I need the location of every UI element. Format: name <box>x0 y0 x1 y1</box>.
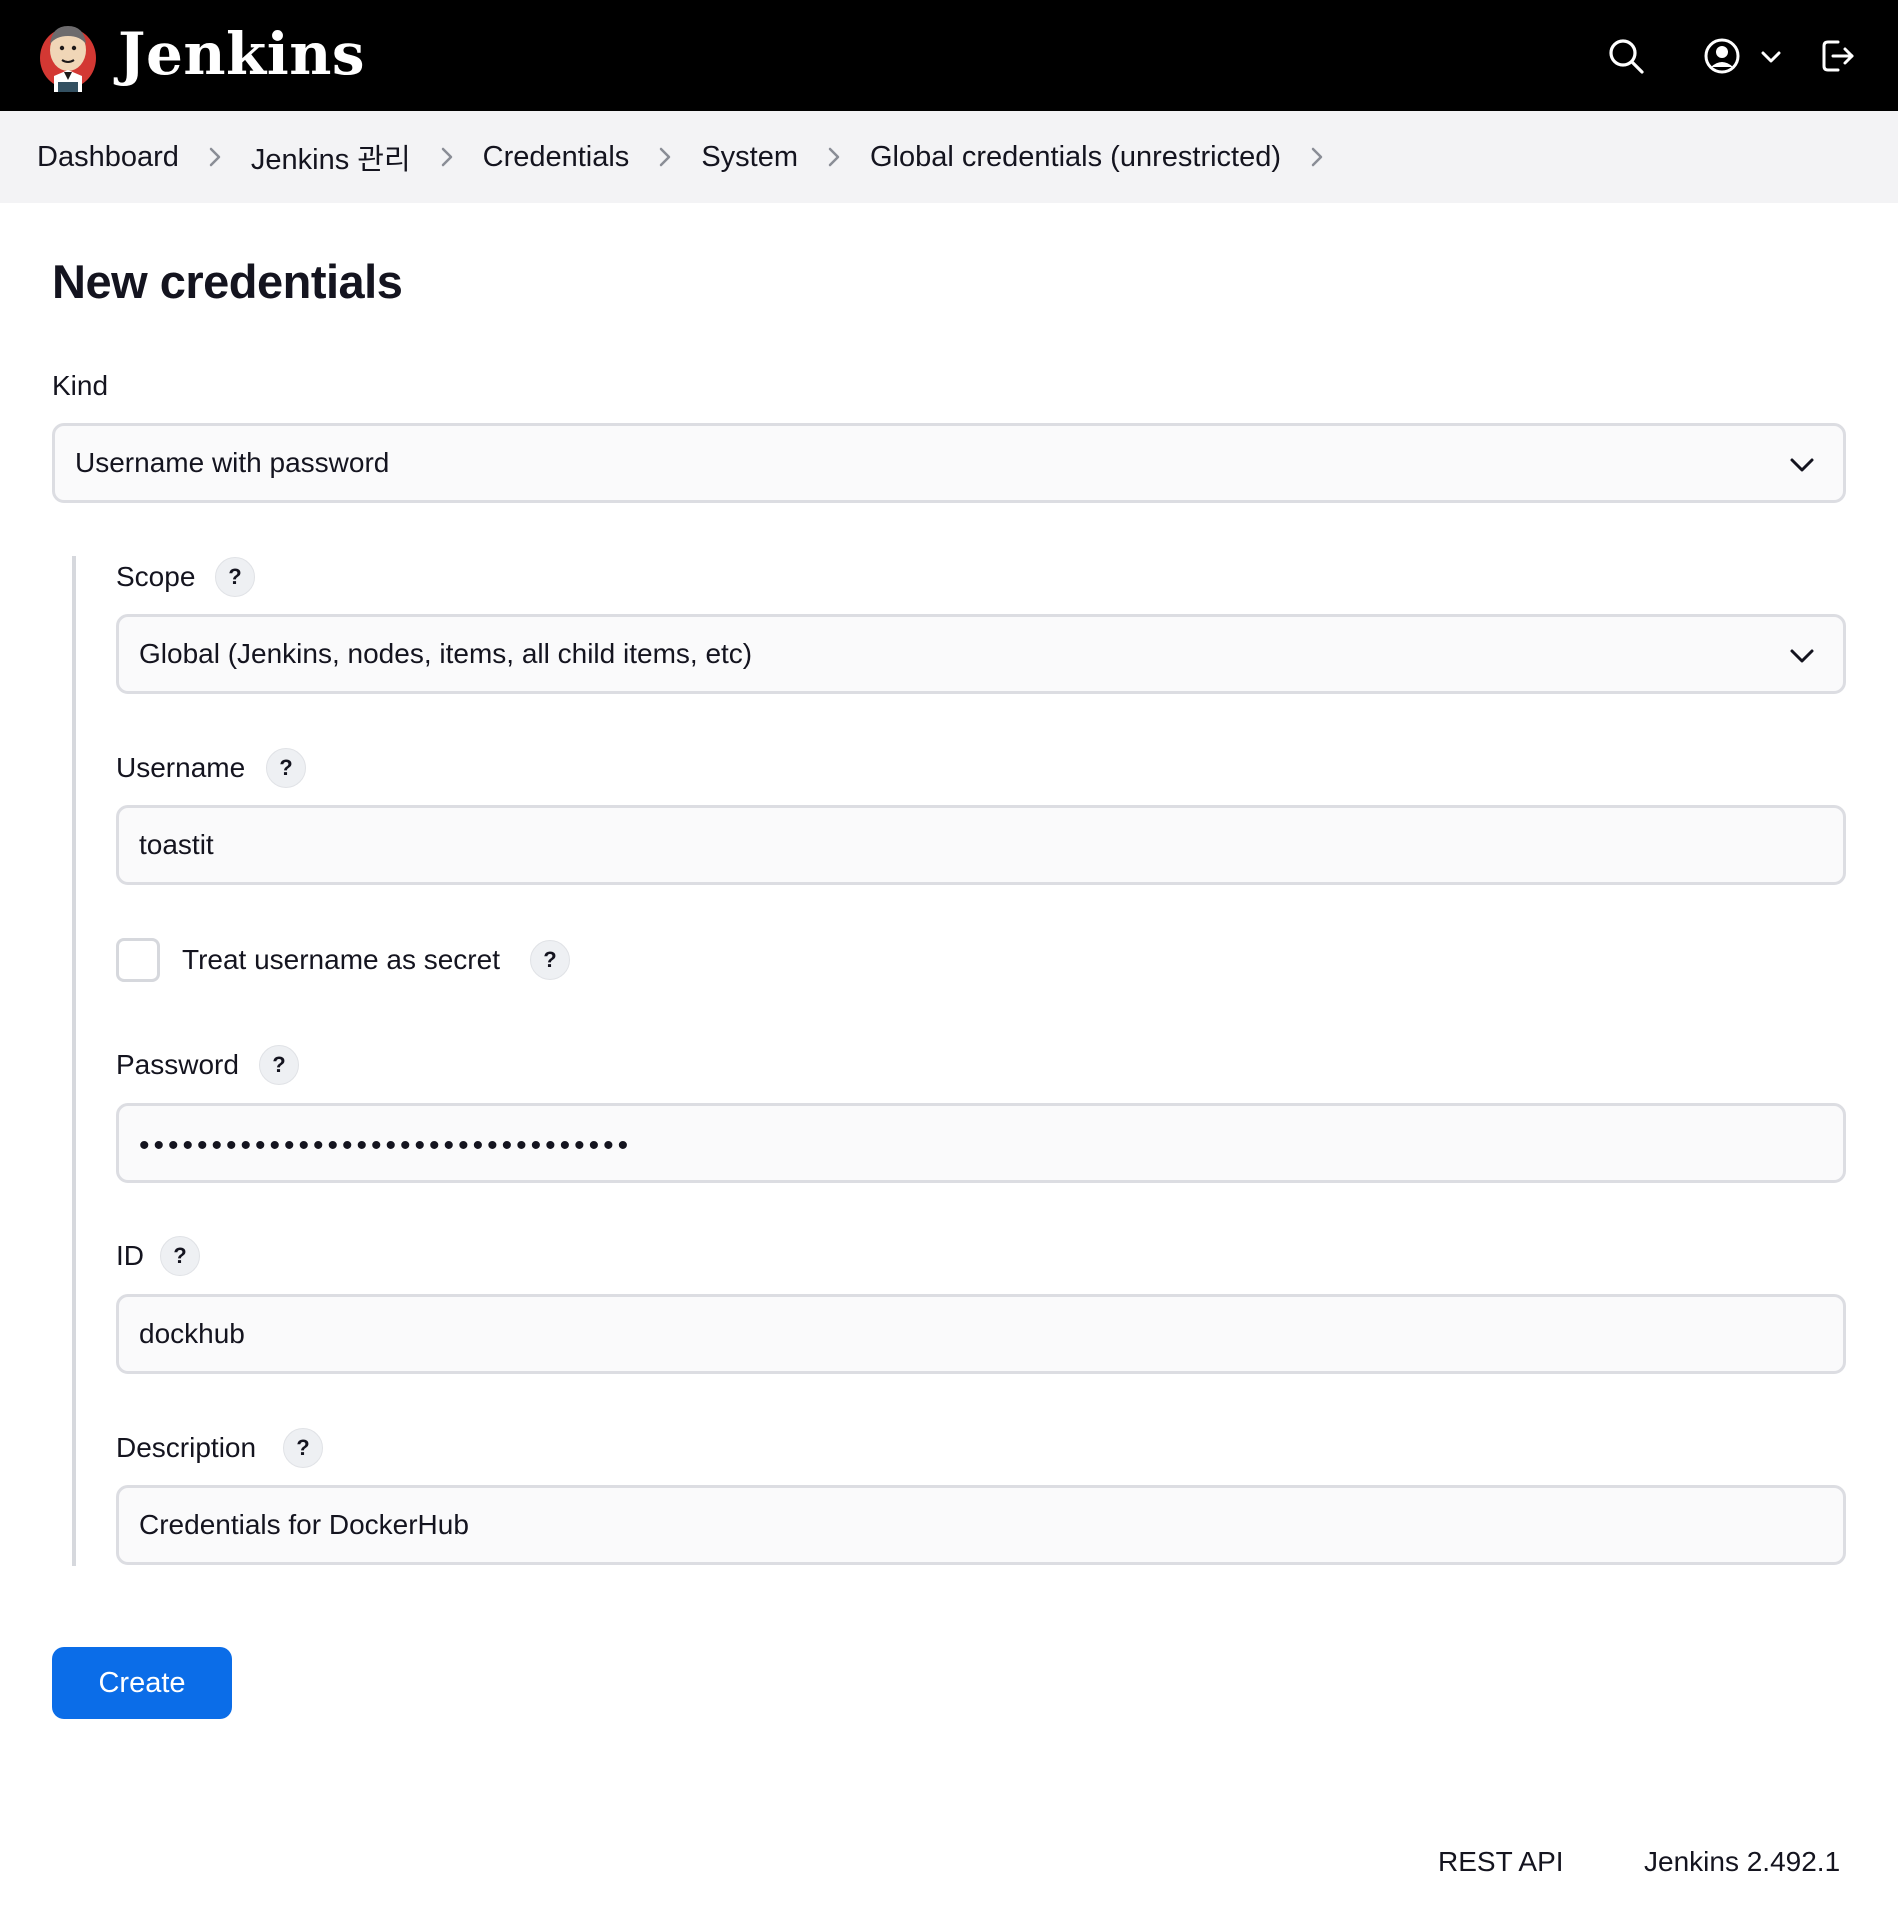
top-header: Jenkins <box>0 0 1898 111</box>
logout-icon[interactable] <box>1818 36 1858 76</box>
description-input[interactable]: Credentials for DockerHub <box>116 1485 1846 1565</box>
scope-label: Scope <box>116 561 196 592</box>
treat-secret-help-icon[interactable]: ? <box>530 940 570 980</box>
id-label: ID <box>116 1240 144 1271</box>
id-input[interactable]: dockhub <box>116 1294 1846 1374</box>
username-label: Username <box>116 752 246 783</box>
username-input[interactable]: toastit <box>116 805 1846 885</box>
scope-select[interactable]: Global (Jenkins, nodes, items, all child… <box>116 614 1846 694</box>
jenkins-logo[interactable] <box>36 14 100 96</box>
breadcrumb: Dashboard Jenkins 관리 Credentials System … <box>0 111 1898 203</box>
id-input-value: dockhub <box>139 1318 245 1349</box>
scope-help-icon[interactable]: ? <box>215 557 255 597</box>
breadcrumb-item-dashboard[interactable]: Dashboard <box>37 141 179 174</box>
chevron-down-icon[interactable] <box>1760 46 1782 68</box>
chevron-right-icon[interactable] <box>179 142 251 172</box>
description-label: Description <box>116 1432 257 1463</box>
user-icon[interactable] <box>1702 36 1742 76</box>
kind-select-value: Username with password <box>75 447 390 478</box>
description-help-icon[interactable]: ? <box>283 1428 323 1468</box>
nested-section-divider <box>72 556 76 1566</box>
treat-username-secret-checkbox[interactable] <box>116 938 160 982</box>
kind-select[interactable]: Username with password <box>52 423 1846 503</box>
breadcrumb-item-credentials[interactable]: Credentials <box>483 141 630 174</box>
brand-name[interactable]: Jenkins <box>118 18 365 90</box>
id-help-icon[interactable]: ? <box>160 1236 200 1276</box>
chevron-right-icon[interactable] <box>798 142 870 172</box>
breadcrumb-item-system[interactable]: System <box>701 141 798 174</box>
create-button[interactable]: Create <box>52 1647 232 1719</box>
scope-select-value: Global (Jenkins, nodes, items, all child… <box>139 638 753 669</box>
rest-api-link[interactable]: REST API <box>1438 1844 1564 1880</box>
breadcrumb-item-global-credentials[interactable]: Global credentials (unrestricted) <box>870 141 1281 174</box>
chevron-down-icon <box>1787 450 1817 480</box>
password-label: Password <box>116 1049 239 1080</box>
chevron-down-icon <box>1787 641 1817 671</box>
jenkins-version-link[interactable]: Jenkins 2.492.1 <box>1644 1844 1840 1880</box>
password-masked-value: •••••••••••••••••••••••••••••••••• <box>139 1129 633 1162</box>
password-help-icon[interactable]: ? <box>259 1045 299 1085</box>
chevron-right-icon[interactable] <box>411 142 483 172</box>
description-input-value: Credentials for DockerHub <box>139 1509 469 1540</box>
chevron-right-icon[interactable] <box>629 142 701 172</box>
breadcrumb-item-jenkins-manage[interactable]: Jenkins 관리 <box>251 136 411 178</box>
search-icon[interactable] <box>1606 36 1646 76</box>
treat-username-secret-label[interactable]: Treat username as secret <box>182 942 500 978</box>
username-help-icon[interactable]: ? <box>266 748 306 788</box>
username-input-value: toastit <box>139 829 214 860</box>
kind-label: Kind <box>52 370 109 401</box>
chevron-right-icon[interactable] <box>1281 142 1353 172</box>
password-input[interactable]: •••••••••••••••••••••••••••••••••• <box>116 1103 1846 1183</box>
page-title: New credentials <box>52 255 403 308</box>
